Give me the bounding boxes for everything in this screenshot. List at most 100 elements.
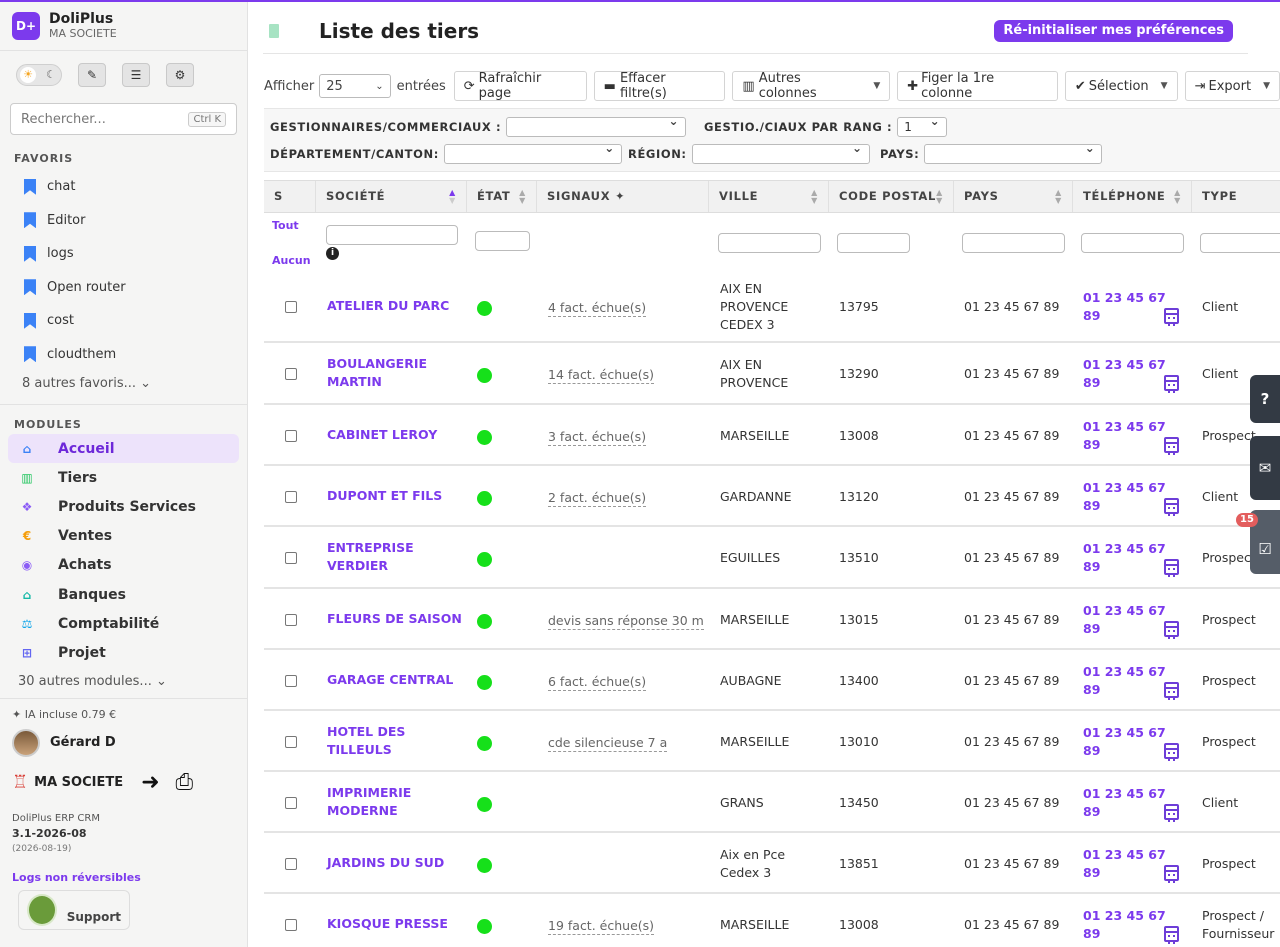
signal-text[interactable]: 19 fact. échue(s) [548,918,655,935]
col-header-select[interactable]: S [264,181,316,212]
support-button[interactable]: Support [18,889,130,930]
company-name[interactable]: MA SOCIETE [34,775,123,790]
calendar-icon[interactable] [1164,743,1179,761]
telephone-link[interactable]: 01 23 45 67 89 [1083,289,1173,325]
favorite-item[interactable]: cost [0,304,247,338]
signal-text[interactable]: devis sans réponse 30 m [548,613,704,630]
row-checkbox[interactable] [285,675,297,687]
societe-link[interactable]: ENTREPRISE VERDIER [327,539,462,575]
favorites-more[interactable]: 8 autres favoris... ⌄ [0,371,247,395]
theme-toggle[interactable]: ☀ ☾ [16,64,62,86]
col-header-signaux[interactable]: SIGNAUX ✦ [537,181,709,212]
societe-link[interactable]: HOTEL DES TILLEULS [327,723,462,759]
societe-link[interactable]: FLEURS DE SAISON [327,610,462,628]
help-tab[interactable]: ? [1250,375,1280,423]
telephone-link[interactable]: 01 23 45 67 89 [1083,663,1173,699]
calendar-icon[interactable] [1164,498,1179,516]
calendar-icon[interactable] [1164,926,1179,944]
tasks-tab[interactable]: 15 ☑ [1236,510,1280,574]
code-postal-filter-input[interactable] [837,233,910,253]
other-columns-button[interactable]: ▥ Autres colonnes ▼ [732,71,891,101]
telephone-link[interactable]: 01 23 45 67 89 [1083,479,1173,515]
refresh-button[interactable]: ⟳ Rafraîchir page [453,71,587,101]
telephone-link[interactable]: 01 23 45 67 89 [1083,724,1173,760]
telephone-link[interactable]: 01 23 45 67 89 [1083,418,1173,454]
module-accueil[interactable]: ⌂ Accueil [8,434,239,464]
calendar-icon[interactable] [1164,437,1179,455]
favorite-item[interactable]: cloudthem [0,338,247,372]
row-checkbox[interactable] [285,614,297,626]
module-achats[interactable]: ◉ Achats [8,551,239,580]
select-none-link[interactable]: Aucun [272,254,311,267]
telephone-link[interactable]: 01 23 45 67 89 [1083,356,1173,392]
telephone-link[interactable]: 01 23 45 67 89 [1083,846,1173,882]
col-header-ville[interactable]: VILLE ▲ ▼ [709,181,829,212]
ville-filter-input[interactable] [718,233,821,253]
row-checkbox[interactable] [285,797,297,809]
societe-link[interactable]: ATELIER DU PARC [327,297,462,315]
favorite-item[interactable]: Open router [0,271,247,305]
favorite-item[interactable]: logs [0,237,247,271]
signal-text[interactable]: 2 fact. échue(s) [548,490,647,507]
societe-link[interactable]: KIOSQUE PRESSE [327,915,462,933]
col-header-type[interactable]: TYPE [1192,181,1280,212]
calendar-icon[interactable] [1164,559,1179,577]
row-checkbox[interactable] [285,919,297,931]
chat-tab[interactable]: ✉ [1250,436,1280,500]
reset-preferences-button[interactable]: Ré-initialiser mes préférences [994,20,1233,42]
select-all-link[interactable]: Tout [272,219,299,232]
row-checkbox[interactable] [285,552,297,564]
module-ventes[interactable]: € Ventes [8,522,239,551]
calendar-icon[interactable] [1164,865,1179,883]
row-checkbox[interactable] [285,491,297,503]
telephone-link[interactable]: 01 23 45 67 89 [1083,907,1173,943]
freeze-column-button[interactable]: ✚ Figer la 1re colonne [897,71,1058,101]
societe-link[interactable]: IMPRIMERIE MODERNE [327,784,462,820]
signal-text[interactable]: cde silencieuse 7 a [548,735,668,752]
managers-filter-select[interactable] [506,114,687,137]
region-filter-select[interactable] [691,141,870,164]
calendar-icon[interactable] [1164,308,1179,326]
col-header-telephone[interactable]: TÉLÉPHONE ▲ ▼ [1073,181,1192,212]
col-header-pays[interactable]: PAYS ▲ ▼ [954,181,1073,212]
societe-link[interactable]: JARDINS DU SUD [327,854,462,872]
department-filter-select[interactable] [443,141,622,164]
settings-button[interactable]: ⚙ [166,63,194,87]
rank-filter-select[interactable]: 1 [897,114,948,137]
export-button[interactable]: ⇥ Export ▼ [1184,71,1280,101]
logs-link[interactable]: Logs non réversibles [0,857,247,884]
signal-text[interactable]: 14 fact. échue(s) [548,367,655,384]
row-checkbox[interactable] [285,858,297,870]
row-checkbox[interactable] [285,301,297,313]
telephone-link[interactable]: 01 23 45 67 89 [1083,785,1173,821]
country-filter-select[interactable] [924,141,1103,164]
module-projet[interactable]: ⊞ Projet [8,638,239,667]
col-header-societe[interactable]: SOCIÉTÉ ▲ ▼ [316,181,467,212]
edit-button[interactable]: ✎ [78,63,106,87]
row-checkbox[interactable] [285,430,297,442]
favorite-item[interactable]: chat [0,170,247,204]
signal-text[interactable]: 3 fact. échue(s) [548,429,647,446]
row-checkbox[interactable] [285,368,297,380]
col-header-code-postal[interactable]: CODE POSTAL ▲ ▼ [829,181,954,212]
societe-link[interactable]: BOULANGERIE MARTIN [327,355,462,391]
module-produits[interactable]: ❖ Produits Services [8,492,239,521]
info-icon[interactable]: i [326,247,339,260]
page-size-select[interactable]: 25 ⌄ [319,74,391,98]
calendar-icon[interactable] [1164,621,1179,639]
logout-icon[interactable]: ➜ [141,770,159,795]
societe-link[interactable]: GARAGE CENTRAL [327,671,462,689]
list-button[interactable]: ☰ [122,63,150,87]
module-comptabilite[interactable]: ⚖ Comptabilité [8,609,239,638]
calendar-icon[interactable] [1164,375,1179,393]
pays-filter-input[interactable] [962,233,1065,253]
modules-more[interactable]: 30 autres modules... ⌄ [0,670,247,694]
favorite-item[interactable]: Editor [0,204,247,238]
search-input[interactable]: Rechercher... Ctrl K [10,103,237,135]
telephone-link[interactable]: 01 23 45 67 89 [1083,602,1173,638]
selection-button[interactable]: ✔ Sélection ▼ [1064,71,1178,101]
module-tiers[interactable]: ▥ Tiers [8,463,239,492]
clear-filters-button[interactable]: ▬ Effacer filtre(s) [593,71,726,101]
module-banques[interactable]: ⌂ Banques [8,580,239,609]
printer-icon[interactable]: ⎙ [176,770,194,795]
